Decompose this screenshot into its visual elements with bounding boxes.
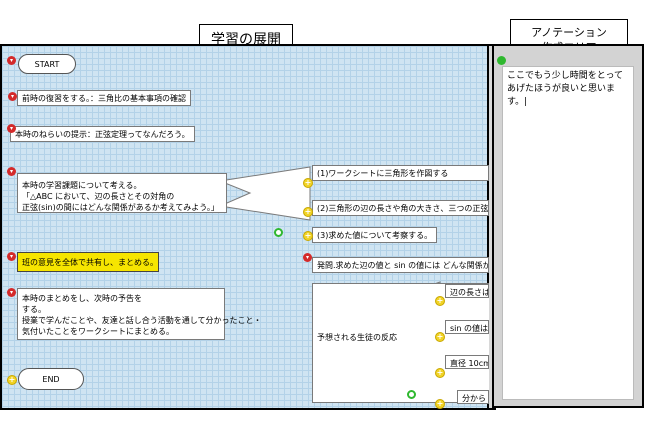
step-summary-line2: する。 [22,305,46,314]
reaction-2[interactable]: sin の値は [445,320,489,334]
step-aim[interactable]: 本時のねらいの提示：正弦定理ってなんだろう。 [10,126,195,142]
step-review-marker-icon[interactable]: ▾ [8,92,17,101]
reaction-3-add-icon[interactable]: + [435,368,445,378]
step-review[interactable]: 前時の復習をする。：三角比の基本事項の確認 [17,90,191,106]
reaction-4[interactable]: 分から [457,390,489,404]
branch-1-text: (1)ワークシートに三角形を作図する [317,169,449,178]
branch-2-text: (2)三角形の辺の長さや角の大きさ、三つの正弦の値 [317,204,489,213]
question-marker-icon[interactable]: ▾ [303,253,312,262]
reaction-1-add-icon[interactable]: + [435,296,445,306]
reaction-1[interactable]: 辺の長さは [445,284,489,298]
step-summary-line1: 本時のまとめをし、次時の予告を [22,294,142,303]
branch-2-add-icon[interactable]: + [303,207,313,217]
task-merge-point-icon[interactable] [274,228,283,237]
branch-3[interactable]: (3)求めた値について考察する。 [312,227,438,243]
reaction-merge-point-icon[interactable] [407,390,416,399]
annotation-status-icon [497,56,506,65]
reaction-1-text: 辺の長さは [450,288,489,297]
reaction-2-text: sin の値は [450,324,489,333]
step-aim-marker-icon[interactable]: ▾ [7,124,16,133]
annotation-textarea[interactable]: ここでもう少し時間をとってあげたほうが良いと思います。| [502,66,634,400]
reaction-3[interactable]: 直径 10cm [445,355,489,369]
start-marker-icon[interactable]: ▾ [7,56,16,65]
branch-3-text: (3)求めた値について考察する。 [317,231,433,240]
reaction-label: 予想される生徒の反応 [317,333,397,342]
start-label: START [34,59,60,69]
reaction-container[interactable]: 予想される生徒の反応 [312,283,489,403]
step-share-marker-icon[interactable]: ▾ [7,252,16,261]
question-node[interactable]: 発問.求めた辺の値と sin の値には どんな関係があ [312,257,489,273]
step-share-text: 班の意見を全体で共有し、まとめる。 [22,258,158,267]
step-summary-line3: 授業で学んだことや、友達と話し合う活動を通して分かったこと・ [22,316,262,325]
step-review-text: 前時の復習をする。：三角比の基本事項の確認 [22,94,186,103]
reaction-3-text: 直径 10cm [450,359,489,368]
step-summary[interactable]: 本時のまとめをし、次時の予告を する。 授業で学んだことや、友達と話し合う活動を… [17,288,262,340]
branch-3-add-icon[interactable]: + [303,231,313,241]
step-summary-marker-icon[interactable]: ▾ [7,288,16,297]
step-task[interactable]: 本時の学習課題について考える。 「△ABC において、辺の長さとその対角の 正弦… [17,173,227,213]
branch-2[interactable]: (2)三角形の辺の長さや角の大きさ、三つの正弦の値 [312,200,489,216]
branch-1-add-icon[interactable]: + [303,178,313,188]
step-task-marker-icon[interactable]: ▾ [7,167,16,176]
step-task-line1: 本時の学習課題について考える。 [22,181,142,190]
step-share[interactable]: 班の意見を全体で共有し、まとめる。 [17,252,159,272]
end-add-icon[interactable]: + [7,375,17,385]
end-label: END [42,374,60,384]
step-task-line3: 正弦(sin)の間にはどんな関係があるか考えてみよう。」 [22,203,219,212]
branch-connector-shape [218,166,311,221]
question-text: 発問.求めた辺の値と sin の値には どんな関係があ [317,261,489,270]
start-node[interactable]: START [18,54,76,74]
step-summary-line4: 気付いたことをワークシートにまとめる。 [22,327,174,336]
step-aim-text: 本時のねらいの提示：正弦定理ってなんだろう。 [15,130,190,139]
branch-1[interactable]: (1)ワークシートに三角形を作図する [312,165,489,181]
reaction-4-text: 分から [462,394,486,403]
reaction-2-add-icon[interactable]: + [435,332,445,342]
reaction-4-add-icon[interactable]: + [435,399,445,409]
annotation-title-line1: アノテーション [531,26,607,39]
step-task-line2: 「△ABC において、辺の長さとその対角の [22,192,175,201]
end-node[interactable]: END [18,368,84,390]
